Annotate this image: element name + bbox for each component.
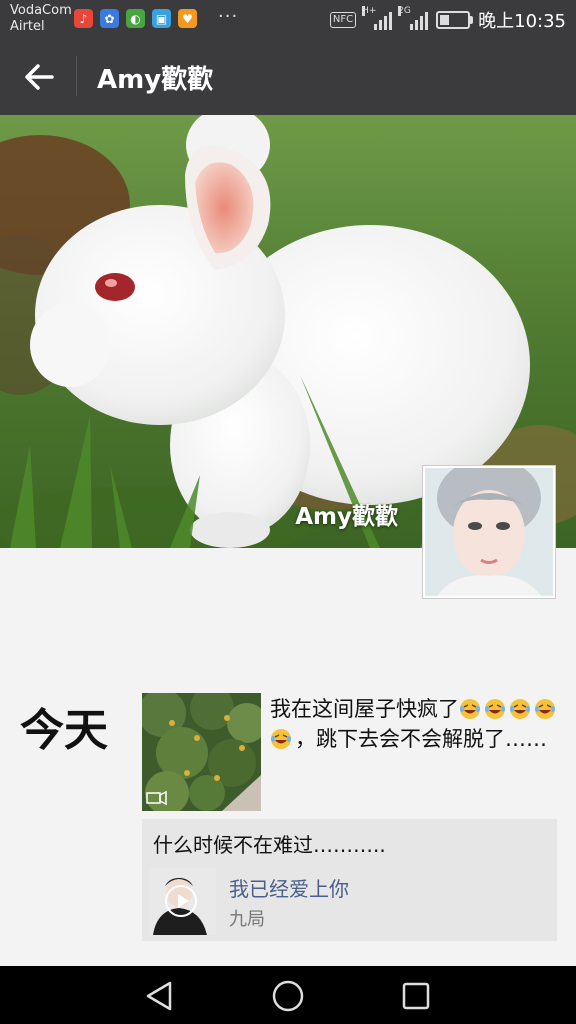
battery-icon (436, 11, 474, 29)
laughing-crying-emoji-icon (459, 697, 484, 721)
video-icon (147, 792, 171, 806)
share-text: 什么时候不在难过……….. (153, 833, 386, 857)
profile-avatar[interactable] (422, 458, 556, 599)
status-indicators: NFC H+ 2G 晚上10:35 (329, 6, 566, 33)
nav-home-circle-icon[interactable] (270, 978, 306, 1014)
song-artist: 九局 (229, 909, 265, 930)
play-icon[interactable] (165, 885, 197, 917)
post-text-part1: 我在这间屋子快疯了 (270, 697, 459, 721)
laughing-crying-emoji-icon (509, 697, 534, 721)
browser-app-icon: ◐ (126, 9, 145, 28)
post-text[interactable]: 我在这间屋子快疯了 ，跳下去会不会解脱了…… (270, 694, 560, 754)
store-app-icon: ♥ (178, 9, 197, 28)
page-title: Amy歡歡 (97, 65, 214, 95)
music-cover[interactable] (149, 868, 216, 935)
title-bar: Amy歡歡 (0, 38, 576, 115)
system-nav-bar (0, 966, 576, 1024)
carrier-labels: VodaCom Airtel (10, 3, 72, 35)
signal-icon-2: 2G (398, 6, 429, 30)
baidu-paw-icon: ✿ (100, 9, 119, 28)
carrier-1: VodaCom (10, 3, 72, 18)
gift-box-icon: ▣ (152, 9, 171, 28)
laughing-crying-emoji-icon (270, 727, 295, 751)
network-type-1: H+ (362, 6, 377, 16)
shared-music-post[interactable]: 什么时候不在难过……….. 我已经爱上你 九局 (142, 819, 557, 941)
nav-recents-square-icon[interactable] (398, 978, 434, 1014)
laughing-crying-emoji-icon (484, 697, 509, 721)
post-text-part2: ，跳下去会不会解脱了…… (295, 727, 547, 751)
laughing-crying-emoji-icon (534, 697, 559, 721)
network-type-2: 2G (398, 6, 411, 16)
back-arrow-icon[interactable] (22, 60, 56, 94)
music-app-icon: ♪ (74, 9, 93, 28)
signal-icon-1: H+ (362, 6, 393, 30)
nfc-icon: NFC (329, 12, 357, 28)
cover-name: Amy歡歡 (295, 504, 398, 530)
more-notifications-icon: ··· (218, 6, 239, 27)
notification-icons: ♪ ✿ ◐ ▣ ♥ (74, 9, 197, 28)
carrier-2: Airtel (10, 19, 45, 34)
status-bar: VodaCom Airtel ♪ ✿ ◐ ▣ ♥ ··· NFC H+ 2G 晚… (0, 0, 576, 38)
day-label: 今天 (20, 705, 108, 756)
nav-back-triangle-icon[interactable] (142, 978, 178, 1014)
title-divider (76, 56, 77, 96)
song-title[interactable]: 我已经爱上你 (229, 873, 349, 902)
clock: 晚上10:35 (478, 11, 566, 32)
